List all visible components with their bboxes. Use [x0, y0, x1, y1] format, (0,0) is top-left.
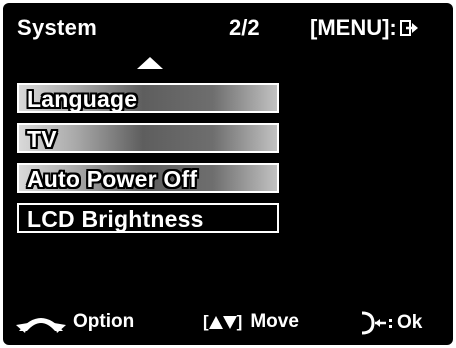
menu-item-lcd-brightness[interactable]: LCD Brightness — [17, 203, 279, 233]
dial-rotate-icon — [16, 318, 66, 333]
down-triangle-icon — [222, 315, 237, 329]
menu-button-label: [MENU]: — [310, 15, 397, 40]
menu-title: System — [17, 15, 98, 40]
menu-item-label: LCD Brightness — [27, 206, 204, 232]
menu-list: Language TV Auto Power Off LCD Brightnes… — [17, 83, 279, 243]
button-guide: Option [ ] Move Ok — [3, 303, 453, 343]
menu-exit-hint[interactable]: [MENU]: — [310, 15, 420, 41]
scroll-up-icon[interactable] — [137, 57, 163, 69]
menu-item-tv[interactable]: TV — [17, 123, 279, 153]
move-label: Move — [250, 311, 299, 332]
camera-menu-screen: System 2/2 [MENU]: Language TV Auto Powe… — [3, 3, 453, 345]
shutter-half-press-icon — [361, 311, 392, 335]
exit-arrow-icon — [399, 20, 418, 36]
option-label: Option — [73, 311, 135, 332]
option-hint: Option — [15, 311, 134, 333]
menu-item-language[interactable]: Language — [17, 83, 279, 113]
menu-item-auto-power-off[interactable]: Auto Power Off — [17, 163, 279, 193]
page-indicator: 2/2 — [229, 15, 260, 40]
ok-hint: Ok — [359, 311, 422, 335]
menu-item-label: TV — [27, 126, 57, 152]
menu-header: System 2/2 [MENU]: — [3, 3, 453, 55]
menu-item-label: Auto Power Off — [27, 166, 198, 192]
up-triangle-icon — [208, 315, 223, 329]
updown-indicator: [ ] — [203, 312, 243, 331]
ok-label: Ok — [397, 312, 423, 333]
move-hint: [ ] Move — [203, 311, 299, 333]
menu-item-label: Language — [27, 86, 138, 112]
